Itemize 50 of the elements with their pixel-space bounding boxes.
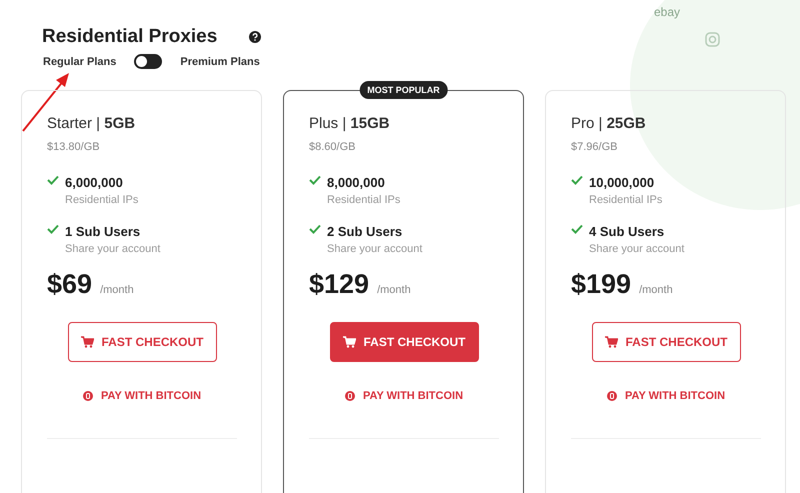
feature-subtitle: Residential IPs xyxy=(589,194,664,206)
checkout-button[interactable]: FAST CHECKOUT xyxy=(330,322,478,362)
plan-name: Pro | 25GB xyxy=(571,115,647,132)
toggle-label: Premium Plans xyxy=(180,56,260,68)
feature-title: 6,000,000 xyxy=(65,175,124,190)
plan-price: $199 xyxy=(571,269,632,300)
price-per-gb: $8.60/GB xyxy=(309,141,356,153)
price-period: /month xyxy=(100,284,134,296)
price-per-gb: $7.96/GB xyxy=(571,141,618,153)
check-icon xyxy=(571,224,583,234)
feature-title: 8,000,000 xyxy=(327,175,386,190)
price-period: /month xyxy=(377,284,411,296)
feature-subtitle: Residential IPs xyxy=(327,194,402,206)
price-per-gb: $13.80/GB xyxy=(47,141,101,153)
feature-subtitle: Residential IPs xyxy=(65,194,140,206)
plan-price: $129 xyxy=(309,269,370,300)
bitcoin-link[interactable]: PAY WITH BITCOIN xyxy=(82,390,202,402)
help-icon[interactable] xyxy=(249,31,262,43)
feature-title: 1 Sub Users xyxy=(65,224,142,239)
cart-icon xyxy=(604,336,618,348)
camera-icon xyxy=(705,32,720,47)
check-icon xyxy=(47,175,59,185)
check-icon xyxy=(309,224,321,234)
plan-price: $69 xyxy=(47,269,92,300)
bitcoin-link[interactable]: PAY WITH BITCOIN xyxy=(606,390,726,402)
page-title: Residential Proxies xyxy=(42,26,218,48)
bitcoin-icon xyxy=(344,391,355,401)
plan-name: Starter | 5GB xyxy=(47,115,136,132)
feature-subtitle: Share your account xyxy=(327,243,424,255)
price-period: /month xyxy=(639,284,673,296)
bitcoin-icon xyxy=(82,391,93,401)
feature-title: 4 Sub Users xyxy=(589,224,666,239)
plan-toggle[interactable] xyxy=(134,54,162,69)
check-icon xyxy=(309,175,321,185)
check-icon xyxy=(47,224,59,234)
cart-icon xyxy=(80,336,94,348)
check-icon xyxy=(571,175,583,185)
background-logo-text: ebay xyxy=(654,5,680,19)
popular-badge: MOST POPULAR xyxy=(359,81,448,99)
checkout-button[interactable]: FAST CHECKOUT xyxy=(68,322,216,362)
bitcoin-link[interactable]: PAY WITH BITCOIN xyxy=(344,390,464,402)
feature-title: 10,000,000 xyxy=(589,175,656,190)
cart-icon xyxy=(342,336,356,348)
feature-subtitle: Share your account xyxy=(589,243,686,255)
feature-subtitle: Share your account xyxy=(65,243,162,255)
toggle-label: Regular Plans xyxy=(43,56,116,68)
feature-title: 2 Sub Users xyxy=(327,224,404,239)
checkout-button[interactable]: FAST CHECKOUT xyxy=(592,322,740,362)
bitcoin-icon xyxy=(606,391,617,401)
plan-name: Plus | 15GB xyxy=(309,115,391,132)
